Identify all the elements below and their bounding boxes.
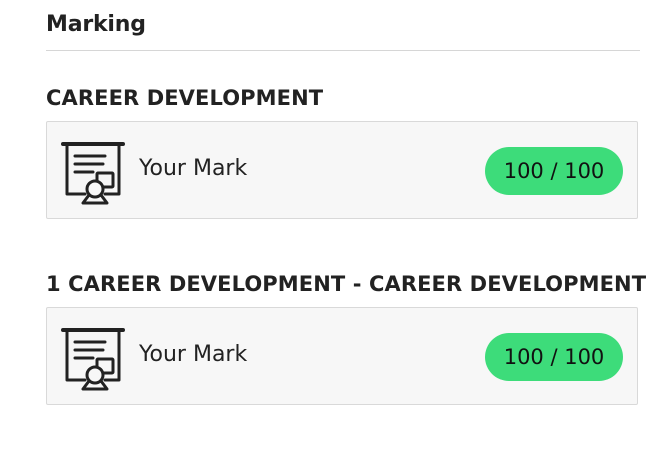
- certificate-icon: [61, 325, 125, 391]
- mark-card: Your Mark 100 / 100: [46, 121, 638, 219]
- header-divider: [46, 50, 640, 51]
- page-title: Marking: [46, 12, 146, 37]
- section-title: CAREER DEVELOPMENT: [46, 86, 324, 110]
- marking-page: Marking CAREER DEVELOPMENT Your Mark 100…: [0, 0, 664, 452]
- mark-card: Your Mark 100 / 100: [46, 307, 638, 405]
- section-title: 1 CAREER DEVELOPMENT - CAREER DEVELOPMEN…: [46, 272, 647, 296]
- certificate-icon: [61, 139, 125, 205]
- score-badge: 100 / 100: [485, 147, 623, 195]
- your-mark-label: Your Mark: [139, 156, 248, 181]
- your-mark-label: Your Mark: [139, 342, 248, 367]
- score-badge: 100 / 100: [485, 333, 623, 381]
